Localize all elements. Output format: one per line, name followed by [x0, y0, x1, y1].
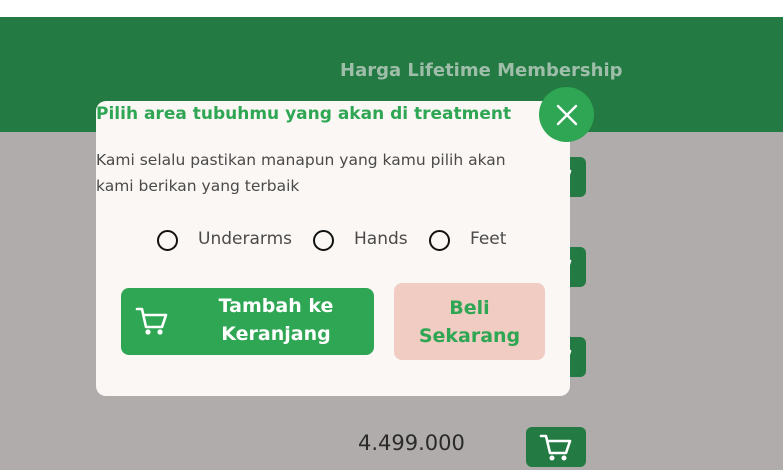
modal-description: Kami selalu pastikan manapun yang kamu p… — [96, 147, 556, 199]
cart-icon — [539, 434, 572, 461]
buy-now-button[interactable]: Beli Sekarang — [394, 283, 545, 360]
modal-description-line: Kami selalu pastikan manapun yang kamu p… — [96, 151, 506, 169]
add-to-cart-label-line: Tambah ke — [218, 295, 334, 317]
cart-button[interactable] — [526, 427, 586, 467]
radio-underarms[interactable] — [157, 230, 178, 251]
add-to-cart-label-line: Keranjang — [221, 323, 331, 345]
top-strip — [0, 0, 783, 17]
treatment-area-modal: Pilih area tubuhmu yang akan di treatmen… — [96, 101, 570, 396]
buy-now-label-line: Sekarang — [418, 324, 521, 347]
radio-hands[interactable] — [313, 230, 334, 251]
membership-price: 4.499.000 — [358, 431, 465, 455]
buy-now-label: Beli Sekarang — [419, 294, 520, 350]
buy-now-label-line: Beli — [449, 296, 490, 319]
add-to-cart-button[interactable]: Tambah ke Keranjang — [121, 288, 374, 355]
add-to-cart-label: Tambah ke Keranjang — [181, 292, 371, 348]
close-modal-button[interactable] — [539, 87, 594, 142]
modal-title: Pilih area tubuhmu yang akan di treatmen… — [96, 104, 512, 124]
area-options: Underarms Hands Feet — [96, 227, 570, 253]
cart-icon — [135, 307, 168, 335]
option-label-hands[interactable]: Hands — [354, 229, 408, 249]
close-icon — [556, 104, 577, 125]
option-label-underarms[interactable]: Underarms — [198, 229, 292, 249]
option-label-feet[interactable]: Feet — [470, 229, 506, 249]
radio-feet[interactable] — [429, 230, 450, 251]
page-header-title: Harga Lifetime Membership — [340, 60, 623, 81]
modal-description-line: kami berikan yang terbaik — [96, 177, 300, 195]
